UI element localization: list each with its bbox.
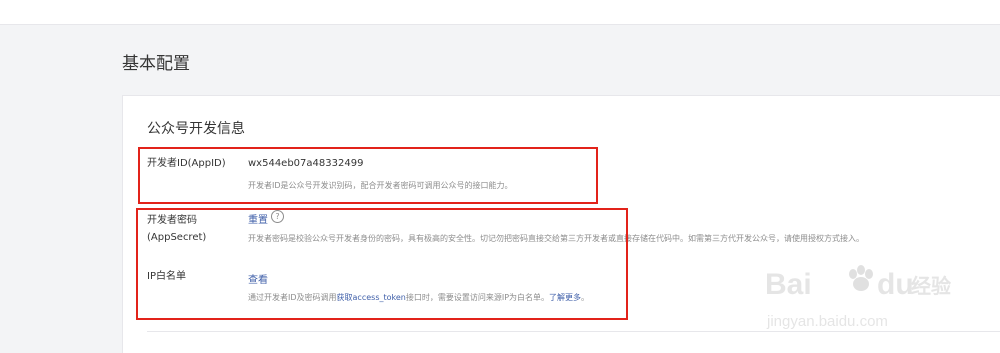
annotation-box-appid — [138, 147, 598, 204]
watermark-url: jingyan.baidu.com — [767, 313, 888, 330]
section-title: 公众号开发信息 — [147, 121, 245, 137]
top-bar — [0, 0, 1000, 25]
baidu-jingyan-watermark: Bai du 经验 jingyan.baidu.com — [765, 258, 965, 338]
page-title: 基本配置 — [122, 54, 190, 74]
watermark-du: du — [877, 268, 914, 301]
watermark-jingyan: 经验 — [911, 276, 951, 298]
annotation-box-secret-ip — [136, 208, 628, 320]
watermark-bai: Bai — [765, 268, 812, 301]
